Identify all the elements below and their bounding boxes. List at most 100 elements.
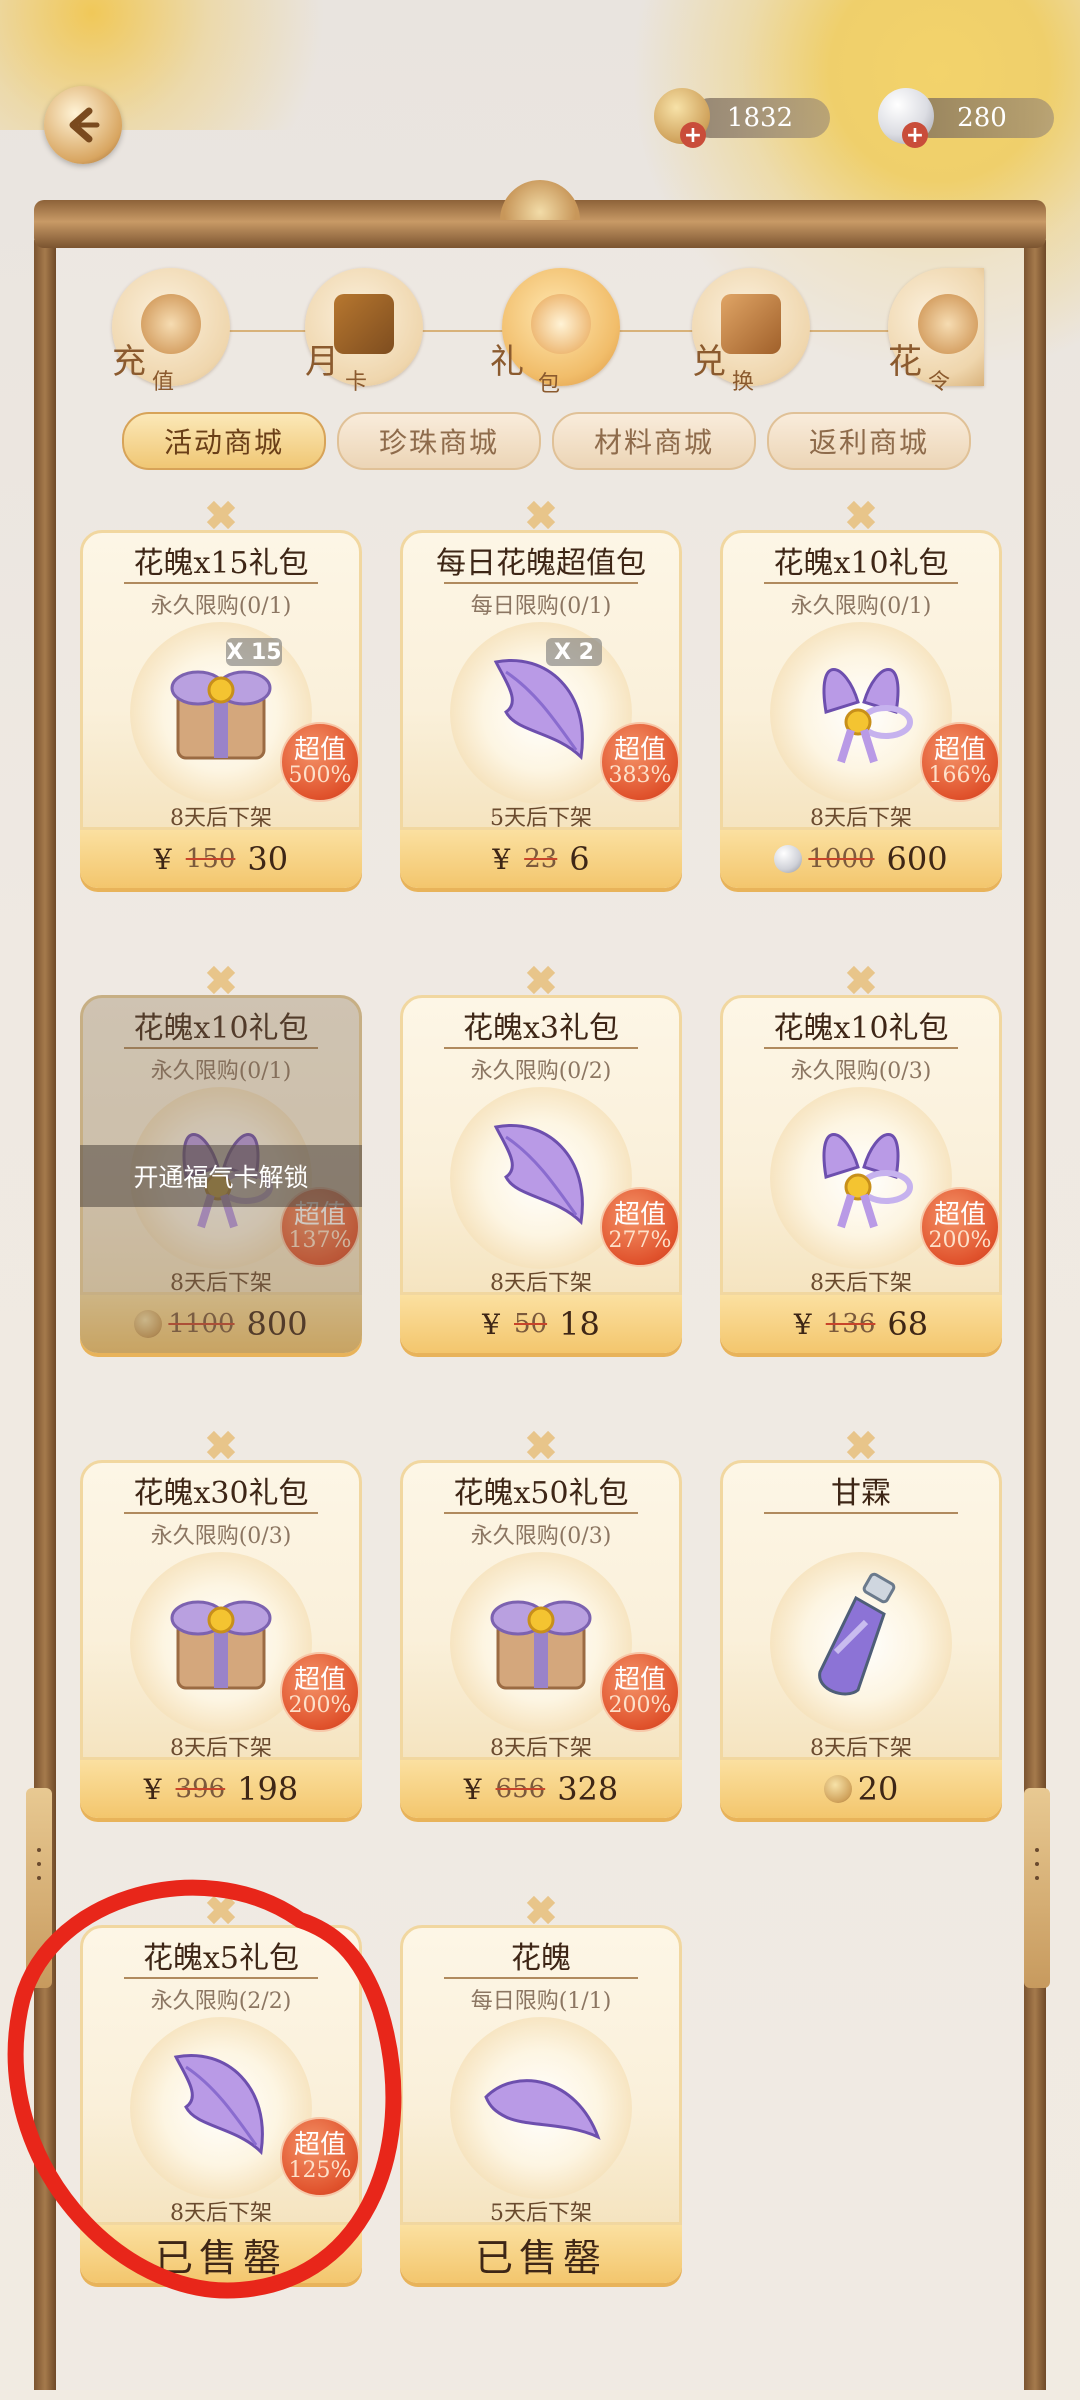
buy-button[interactable]: ¥136 68: [720, 1295, 1002, 1353]
buy-button[interactable]: ¥396 198: [80, 1760, 362, 1818]
buy-button[interactable]: 1000 600: [720, 830, 1002, 888]
product-card[interactable]: 花魄x10礼包 永久限购(0/3) 超值 200% 8天后下架 ¥136 68: [720, 995, 1002, 1367]
purchase-limit: 永久限购(0/3): [790, 1059, 932, 1084]
coin-icon: [141, 294, 201, 354]
add-pearls-button[interactable]: +: [902, 122, 928, 148]
product-card[interactable]: 花魄x15礼包 永久限购(0/1) X 15 超值 500% 8天后下架 ¥150 30: [80, 530, 362, 902]
category-recharge[interactable]: 充值: [112, 268, 230, 395]
category-exchange[interactable]: 兑换: [692, 268, 810, 395]
yuan-symbol: ¥: [482, 1307, 500, 1341]
quantity-badge: X 2: [546, 638, 602, 666]
scroll-icon: [918, 294, 978, 354]
product-card[interactable]: 花魄x10礼包 永久限购(0/1) 超值 137% 8天后下架 1100 800 开通福气卡解…: [80, 995, 362, 1367]
original-price: 656: [495, 1774, 546, 1804]
buy-button[interactable]: ¥23 6: [400, 830, 682, 888]
original-price: 396: [175, 1774, 226, 1804]
tab-material-shop[interactable]: 材料商城: [552, 412, 756, 470]
yuan-symbol: ¥: [463, 1772, 482, 1806]
product-card[interactable]: 花魄每日限购(1/1) 5天后下架 已售罄: [400, 1925, 682, 2297]
product-name: 花魄: [511, 1941, 571, 1976]
unlock-hint: 开通福气卡解锁: [80, 1145, 362, 1207]
expire-time: 8天后下架: [490, 1271, 592, 1296]
category-monthly-card[interactable]: 月卡: [305, 268, 423, 395]
product-card[interactable]: 花魄x5礼包 永久限购(2/2) 超值 125% 8天后下架 已售罄: [80, 1925, 362, 2297]
value-badge: 超值 125%: [280, 2117, 360, 2197]
bow-icon: [796, 1107, 926, 1237]
yuan-symbol: ¥: [492, 842, 511, 876]
purchase-limit: 每日限购(1/1): [470, 1989, 612, 2014]
coin-balance: 1832: [690, 98, 830, 138]
value-badge: 超值 200%: [600, 1652, 680, 1732]
buy-button[interactable]: ¥150 30: [80, 830, 362, 888]
buy-button[interactable]: ¥50 18: [400, 1295, 682, 1353]
coin-icon: [823, 1775, 852, 1803]
product-name: 甘霖: [831, 1476, 891, 1511]
original-price: 1000: [808, 844, 875, 874]
product-name: 花魄x3礼包: [462, 1011, 619, 1046]
expire-time: 8天后下架: [490, 1736, 592, 1761]
purchase-limit: 永久限购(0/1): [790, 594, 932, 619]
product-name: 每日花魄超值包: [436, 546, 646, 581]
gift-pack-icon: [531, 294, 591, 354]
expire-time: 5天后下架: [490, 2201, 592, 2226]
sale-price: 198: [237, 1770, 299, 1808]
exchange-gift-icon: [721, 294, 781, 354]
sold-out-label: 已售罄: [400, 2225, 682, 2283]
left-pillar: [34, 240, 56, 2390]
product-card[interactable]: 花魄x10礼包 永久限购(0/1) 超值 166% 8天后下架 1000 600: [720, 530, 1002, 902]
product-name: 花魄x10礼包: [773, 1011, 949, 1046]
shop-subtabs: 活动商城 珍珠商城 材料商城 返利商城: [118, 412, 988, 472]
sold-out-label: 已售罄: [80, 2225, 362, 2283]
sale-price: 20: [857, 1770, 899, 1808]
add-coins-button[interactable]: +: [680, 122, 706, 148]
left-scroll-handle[interactable]: [26, 1788, 52, 1988]
right-pillar: [1024, 240, 1046, 2390]
bottle-icon: [796, 1572, 926, 1702]
value-badge: 超值 200%: [920, 1187, 1000, 1267]
purchase-limit: 永久限购(0/1): [150, 594, 292, 619]
product-card[interactable]: 花魄x30礼包 永久限购(0/3) 超值 200% 8天后下架 ¥396 198: [80, 1460, 362, 1832]
bow-icon: [796, 642, 926, 772]
buy-button[interactable]: 20: [720, 1760, 1002, 1818]
product-name: 花魄x10礼包: [773, 546, 949, 581]
purchase-limit: 永久限购(2/2): [150, 1989, 292, 2014]
expire-time: 5天后下架: [490, 806, 592, 831]
product-card[interactable]: 花魄x50礼包永久限购(0/3) 超值 200% 8天后下架 ¥656 328: [400, 1460, 682, 1832]
purchase-limit: 永久限购(0/3): [150, 1524, 292, 1549]
sale-price: 68: [887, 1305, 929, 1343]
sale-price: 6: [569, 840, 590, 878]
sale-price: 30: [247, 840, 289, 878]
tab-event-shop[interactable]: 活动商城: [122, 412, 326, 470]
expire-time: 8天后下架: [810, 806, 912, 831]
sale-price: 328: [557, 1770, 619, 1808]
product-name: 花魄x5礼包: [142, 1941, 299, 1976]
purchase-limit: 每日限购(0/1): [470, 594, 612, 619]
yuan-symbol: ¥: [143, 1772, 162, 1806]
sale-price: 600: [886, 840, 948, 878]
sale-price: 18: [559, 1305, 600, 1343]
right-scroll-handle[interactable]: [1024, 1788, 1050, 1988]
tab-pearl-shop[interactable]: 珍珠商城: [337, 412, 541, 470]
value-badge: 超值 500%: [280, 722, 360, 802]
tab-rebate-shop[interactable]: 返利商城: [767, 412, 971, 470]
yuan-symbol: ¥: [153, 842, 172, 876]
gift-box-icon: [156, 1572, 286, 1702]
buy-button[interactable]: ¥656 328: [400, 1760, 682, 1818]
petal-icon: [156, 2037, 286, 2167]
card-icon: [334, 294, 394, 354]
product-name: 花魄x30礼包: [133, 1476, 309, 1511]
category-gift-pack[interactable]: 礼包: [490, 268, 620, 397]
gift-box-icon: [476, 1572, 606, 1702]
category-flower-token[interactable]: 花令: [888, 268, 984, 395]
expire-time: 8天后下架: [170, 1736, 272, 1761]
purchase-limit: 永久限购(0/3): [470, 1524, 612, 1549]
back-arrow-icon: [69, 107, 100, 143]
product-card[interactable]: 每日花魄超值包 每日限购(0/1) X 2 超值 383% 5天后下架 ¥23 6: [400, 530, 682, 902]
original-price: 50: [514, 1309, 548, 1339]
expire-time: 8天后下架: [810, 1736, 912, 1761]
product-card[interactable]: 花魄x3礼包 永久限购(0/2) 超值 277% 8天后下架 ¥50 18: [400, 995, 682, 1367]
back-button[interactable]: [44, 86, 122, 164]
product-name: 花魄x50礼包: [453, 1476, 629, 1511]
category-tabs: 充值 月卡 礼包 兑换 花令: [60, 268, 1020, 418]
product-card[interactable]: 甘霖 8天后下架 20: [720, 1460, 1002, 1832]
